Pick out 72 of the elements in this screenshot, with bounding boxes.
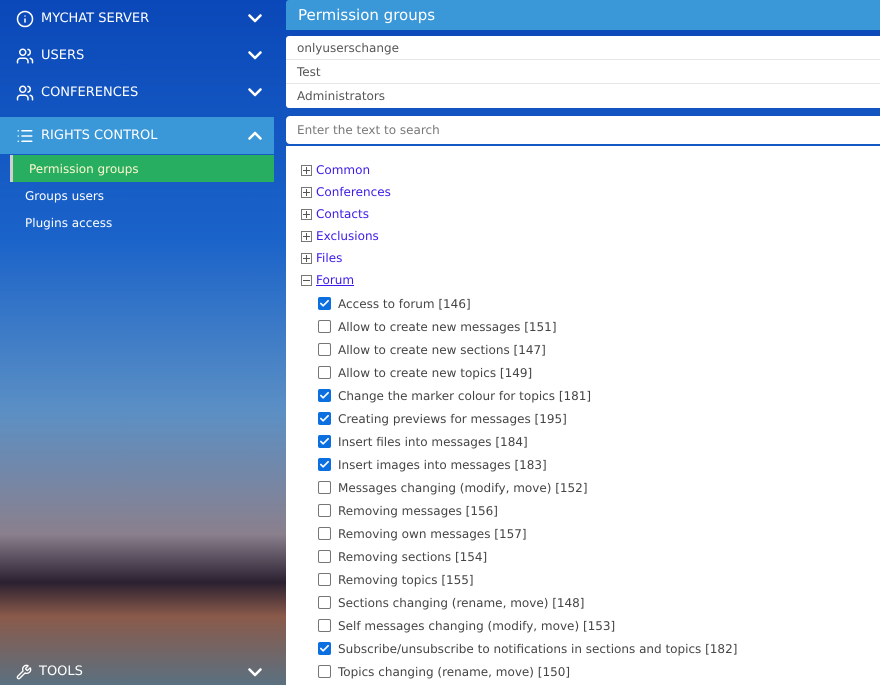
checkbox[interactable]: [318, 642, 331, 655]
permission-label: Allow to create new messages [151]: [338, 318, 556, 336]
check-icon: [319, 459, 330, 470]
nav-item[interactable]: Groups users: [10, 182, 274, 209]
checkbox[interactable]: [318, 366, 331, 379]
permission-label: Removing messages [156]: [338, 502, 498, 520]
chevron-down-icon: [248, 88, 262, 97]
checkbox[interactable]: [318, 297, 331, 310]
check-icon: [319, 436, 330, 447]
checkbox[interactable]: [318, 665, 331, 678]
tree-category[interactable]: Contacts: [316, 205, 369, 223]
expand-icon[interactable]: [301, 164, 312, 176]
nav-section[interactable]: TOOLS: [0, 659, 274, 685]
checkbox[interactable]: [318, 573, 331, 586]
panel-title: Permission groups: [286, 0, 880, 30]
chevron-down-icon: [248, 51, 262, 60]
expand-icon[interactable]: [301, 186, 312, 198]
chevron-down-icon: [248, 668, 262, 676]
nav-section[interactable]: USERS: [0, 37, 274, 74]
check-icon: [319, 390, 330, 401]
group-list-item[interactable]: onlyuserschange: [286, 36, 880, 60]
checkbox[interactable]: [318, 435, 331, 448]
permission-label: Topics changing (rename, move) [150]: [338, 664, 570, 680]
permission-label: Subscribe/unsubscribe to notifications in sections and topics [182]: [338, 640, 738, 658]
permission-label: Self messages changing (modify, move) [153]: [338, 618, 616, 634]
permission-label: Insert images into messages [183]: [338, 456, 547, 474]
info-icon: [16, 10, 34, 28]
nav-item[interactable]: Plugins access: [10, 209, 274, 236]
checkbox[interactable]: [318, 389, 331, 402]
group-list-item[interactable]: Test: [286, 60, 880, 84]
check-icon: [319, 413, 330, 424]
permission-label: Creating previews for messages [195]: [338, 410, 567, 428]
expand-icon[interactable]: [301, 208, 312, 220]
wrench-icon: [16, 664, 32, 680]
permission-label: Allow to create new sections [147]: [338, 342, 546, 358]
tree-category[interactable]: Exclusions: [316, 227, 379, 245]
checkbox[interactable]: [318, 320, 331, 333]
permission-label: Change the marker colour for topics [181]: [338, 388, 592, 404]
checkbox[interactable]: [318, 527, 331, 540]
permission-label: Sections changing (rename, move) [148]: [338, 594, 584, 612]
permission-label: Access to forum [146]: [338, 296, 471, 312]
permission-label: Removing own messages [157]: [338, 526, 527, 542]
search-field[interactable]: Enter the text to search: [286, 116, 880, 144]
permission-label: Insert files into messages [184]: [338, 434, 528, 450]
nav-section[interactable]: MYCHAT SERVER: [0, 0, 274, 37]
tree-category[interactable]: Files: [316, 249, 342, 267]
tree-category[interactable]: Common: [316, 161, 370, 179]
permission-label: Allow to create new topics [149]: [338, 364, 532, 382]
permission-label: Removing sections [154]: [338, 548, 488, 566]
checkbox[interactable]: [318, 481, 331, 494]
check-icon: [319, 298, 330, 309]
expand-icon[interactable]: [301, 230, 312, 242]
checkbox[interactable]: [318, 596, 331, 609]
chevron-down-icon: [248, 14, 262, 23]
users-icon: [16, 84, 34, 102]
checkbox[interactable]: [318, 458, 331, 471]
collapse-icon[interactable]: [301, 274, 312, 286]
tree-category[interactable]: Forum: [316, 271, 354, 289]
users-icon: [16, 46, 34, 64]
tree-category[interactable]: Conferences: [316, 183, 391, 201]
permission-label: Messages changing (modify, move) [152]: [338, 480, 588, 496]
permission-label: Removing topics [155]: [338, 572, 474, 588]
checkbox[interactable]: [318, 619, 331, 632]
checkbox[interactable]: [318, 343, 331, 356]
chevron-up-icon: [248, 131, 262, 140]
checkbox[interactable]: [318, 412, 331, 425]
check-icon: [319, 643, 330, 654]
group-list-item[interactable]: Administrators: [286, 84, 880, 108]
checkbox[interactable]: [318, 550, 331, 563]
expand-icon[interactable]: [301, 252, 312, 264]
nav-section[interactable]: CONFERENCES: [0, 74, 274, 111]
checkbox[interactable]: [318, 504, 331, 517]
